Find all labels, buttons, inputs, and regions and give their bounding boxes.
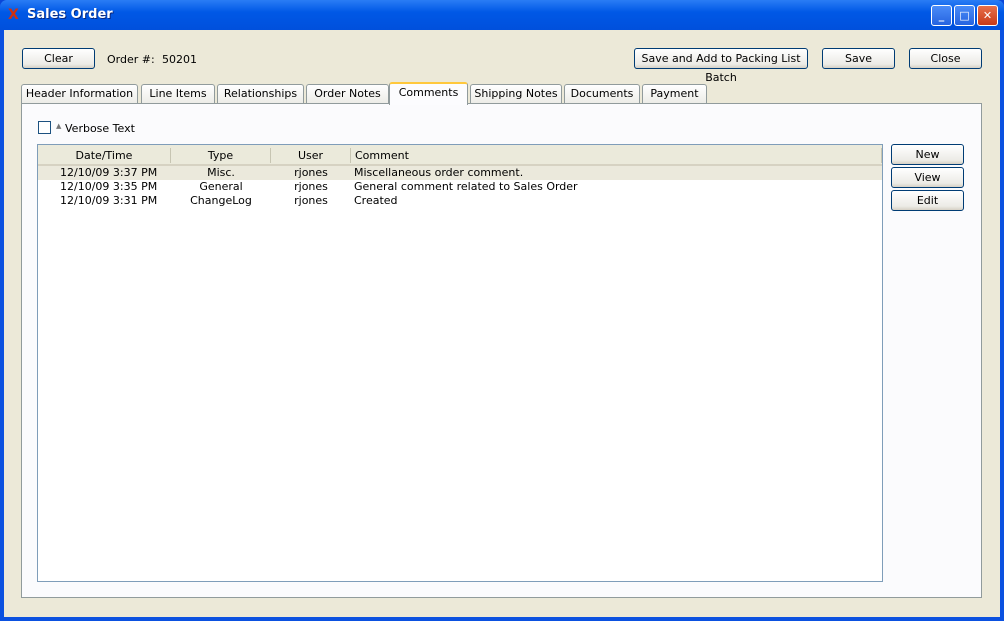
column-header-comment[interactable]: Comment bbox=[351, 148, 882, 163]
edit-comment-button[interactable]: Edit bbox=[891, 190, 964, 211]
close-window-button[interactable]: ✕ bbox=[977, 5, 998, 26]
minimize-button[interactable]: _ bbox=[931, 5, 952, 26]
table-row[interactable]: 12/10/09 3:35 PM General rjones General … bbox=[38, 180, 882, 194]
column-header-user[interactable]: User bbox=[271, 148, 351, 163]
cell-datetime: 12/10/09 3:37 PM bbox=[60, 166, 158, 179]
cell-user: rjones bbox=[294, 180, 328, 193]
tab-comments[interactable]: Comments bbox=[389, 82, 468, 105]
column-header-type[interactable]: Type bbox=[171, 148, 271, 163]
cell-comment: Created bbox=[354, 194, 398, 207]
tab-header-information[interactable]: Header Information bbox=[21, 84, 138, 104]
cell-user: rjones bbox=[294, 194, 328, 207]
tab-line-items[interactable]: Line Items bbox=[141, 84, 215, 104]
save-and-add-to-packing-list-button[interactable]: Save and Add to Packing List Batch bbox=[634, 48, 808, 84]
app-logo-icon: X bbox=[8, 7, 19, 23]
order-number-value: 50201 bbox=[162, 53, 197, 66]
bullet-icon: ▲ bbox=[56, 122, 62, 130]
order-number-label: Order #: bbox=[107, 53, 155, 66]
table-row[interactable]: 12/10/09 3:37 PM Misc. rjones Miscellane… bbox=[38, 166, 882, 180]
sales-order-window: X Sales Order _ □ ✕ Clear Order #: 50201… bbox=[0, 0, 1004, 621]
maximize-button[interactable]: □ bbox=[954, 5, 975, 26]
column-header-datetime[interactable]: Date/Time bbox=[38, 148, 171, 163]
tab-documents[interactable]: Documents bbox=[564, 84, 640, 104]
cell-datetime: 12/10/09 3:31 PM bbox=[60, 194, 158, 207]
tab-payment[interactable]: Payment bbox=[642, 84, 707, 104]
close-button[interactable]: Close bbox=[909, 48, 982, 69]
tab-order-notes[interactable]: Order Notes bbox=[306, 84, 389, 104]
verbose-text-label: Verbose Text bbox=[65, 122, 135, 135]
window-title: Sales Order bbox=[27, 7, 113, 22]
cell-datetime: 12/10/09 3:35 PM bbox=[60, 180, 158, 193]
cell-user: rjones bbox=[294, 166, 328, 179]
cell-comment: Miscellaneous order comment. bbox=[354, 166, 524, 179]
cell-comment: General comment related to Sales Order bbox=[354, 180, 578, 193]
cell-type: Misc. bbox=[207, 166, 235, 179]
cell-type: General bbox=[199, 180, 243, 193]
verbose-text-checkbox[interactable] bbox=[38, 121, 51, 134]
cell-type: ChangeLog bbox=[190, 194, 252, 207]
table-row[interactable]: 12/10/09 3:31 PM ChangeLog rjones Create… bbox=[38, 194, 882, 208]
tab-shipping-notes[interactable]: Shipping Notes bbox=[470, 84, 562, 104]
tab-relationships[interactable]: Relationships bbox=[217, 84, 304, 104]
save-button[interactable]: Save bbox=[822, 48, 895, 69]
client-area: Clear Order #: 50201 Save and Add to Pac… bbox=[4, 30, 1000, 617]
table-header: Date/Time Type User Comment bbox=[38, 145, 882, 166]
view-comment-button[interactable]: View bbox=[891, 167, 964, 188]
comments-table[interactable]: Date/Time Type User Comment 12/10/09 3:3… bbox=[37, 144, 883, 582]
new-comment-button[interactable]: New bbox=[891, 144, 964, 165]
clear-button[interactable]: Clear bbox=[22, 48, 95, 69]
title-bar[interactable]: X Sales Order _ □ ✕ bbox=[0, 0, 1004, 30]
